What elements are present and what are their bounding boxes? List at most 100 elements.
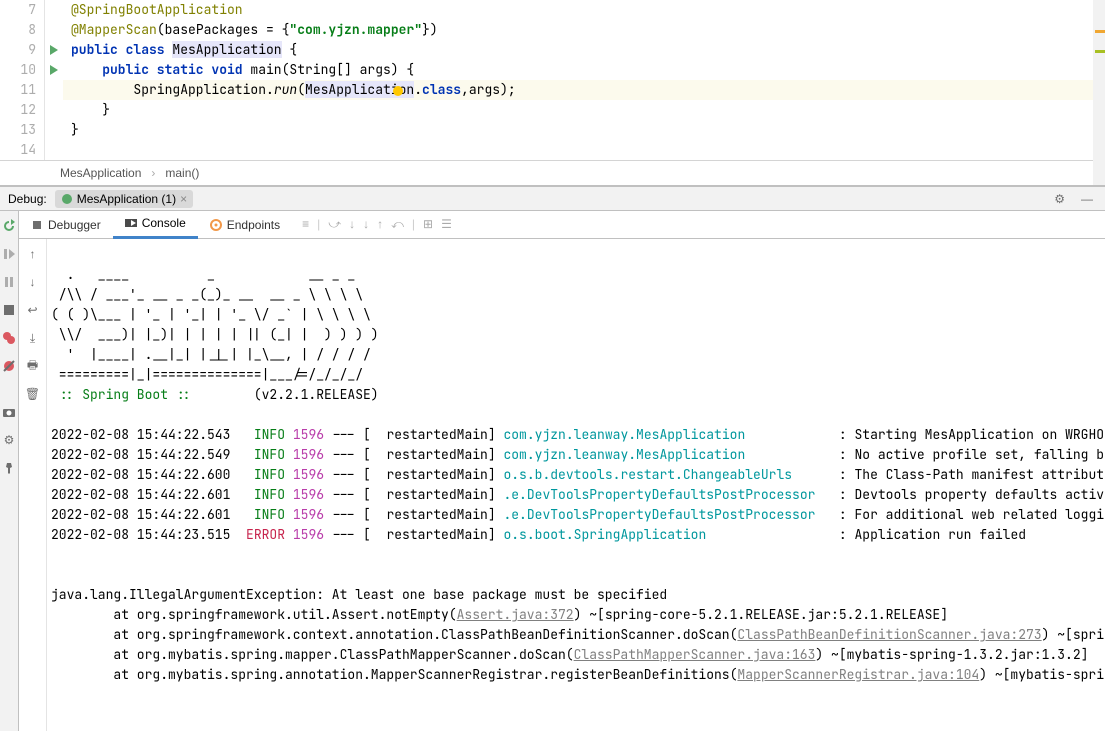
evaluate-icon[interactable]: ⊞ — [423, 217, 433, 232]
tab-label: Console — [142, 216, 186, 230]
scroll-to-end-icon[interactable]: ⤓ — [24, 329, 42, 347]
minimize-icon[interactable]: — — [1077, 192, 1097, 206]
tab-console[interactable]: Console — [113, 211, 198, 239]
tab-endpoints[interactable]: Endpoints — [198, 211, 292, 239]
view-breakpoints-icon[interactable] — [0, 329, 18, 347]
method: main — [250, 61, 281, 78]
resume-icon[interactable] — [0, 245, 18, 263]
keyword: class — [422, 81, 461, 98]
console-side-toolbar: ↑ ↓ ↩ ⤓ 🖶 🗑 — [19, 239, 47, 731]
code-text: } — [71, 100, 1105, 120]
gear-icon[interactable]: ⚙ — [1050, 192, 1069, 206]
run-icon[interactable] — [45, 40, 63, 60]
bug-icon — [61, 193, 73, 205]
exception-line: java.lang.IllegalArgumentException: At l… — [51, 586, 667, 603]
log-line: 2022-02-08 15:44:22.543 INFO 1596 --- [ … — [51, 425, 1105, 445]
pin-icon[interactable] — [0, 459, 18, 477]
pause-icon[interactable] — [0, 273, 18, 291]
step-into-icon[interactable]: ↓ — [349, 217, 355, 232]
clear-all-icon[interactable]: 🗑 — [24, 385, 42, 403]
banner-line: ( ( )\___ | '_ | '_| | '_ \/ _` | \ \ \ … — [51, 306, 371, 323]
line-number-gutter: 7 8 9 10 11 12 13 14 — [0, 0, 45, 160]
banner-line: \\/ ___)| |_)| | | | | || (_| | ) ) ) ) — [51, 326, 379, 343]
source-link[interactable]: MapperScannerRegistrar.java:104 — [737, 666, 979, 683]
drop-frame-icon[interactable]: ⤺ — [391, 217, 404, 232]
code-text: } — [71, 120, 1105, 140]
line-number: 12 — [0, 100, 36, 120]
toolbar-icon[interactable]: ≡ — [302, 217, 309, 232]
line-number: 14 — [0, 140, 36, 160]
debug-left-toolbar: ⚙ — [0, 211, 19, 731]
endpoints-icon — [210, 219, 222, 231]
session-name: MesApplication (1) — [77, 192, 176, 206]
close-icon[interactable]: × — [180, 192, 187, 206]
camera-icon[interactable] — [0, 403, 18, 421]
line-number: 10 — [0, 60, 36, 80]
banner-line: ' |____| .__|_| |_|_| |_\__, | / / / / — [51, 346, 371, 363]
chevron-right-icon: › — [151, 166, 155, 180]
source-link[interactable]: ClassPathMapperScanner.java:163 — [574, 646, 816, 663]
console-icon — [125, 217, 137, 229]
tab-label: Debugger — [48, 218, 101, 232]
string-literal: "com.yjzn.mapper" — [289, 21, 422, 38]
settings-icon[interactable]: ⚙ — [0, 431, 18, 449]
spring-boot-label: :: Spring Boot :: — [51, 386, 191, 403]
force-step-into-icon[interactable]: ↓ — [363, 217, 369, 232]
method-call: run — [274, 81, 297, 98]
banner-line: /\\ / ___'_ __ _ _(_)_ __ __ _ \ \ \ \ — [51, 286, 363, 303]
stack-trace-line: at org.mybatis.spring.mapper.ClassPathMa… — [51, 645, 1105, 665]
banner-line: =========|_|==============|___/=/_/_/_/ — [51, 366, 363, 383]
debug-tool-window: Debug: MesApplication (1) × ⚙ — — [0, 186, 1105, 731]
debugger-icon — [31, 219, 43, 231]
tab-debugger[interactable]: Debugger — [19, 211, 113, 239]
caret-indicator — [393, 86, 403, 96]
log-line: 2022-02-08 15:44:23.515 ERROR 1596 --- [… — [51, 525, 1105, 545]
console-output[interactable]: . ____ _ __ _ _ /\\ / ___'_ __ _ _(_)_ _… — [47, 239, 1105, 731]
breadcrumb-item[interactable]: main() — [165, 166, 199, 180]
annotation: @SpringBootApplication — [71, 1, 243, 18]
stack-trace-line: at org.springframework.util.Assert.notEm… — [51, 605, 1105, 625]
trace-icon[interactable]: ☰ — [441, 217, 452, 232]
scroll-down-icon[interactable]: ↓ — [24, 273, 42, 291]
debug-header: Debug: MesApplication (1) × ⚙ — — [0, 187, 1105, 211]
run-icon[interactable] — [45, 60, 63, 80]
code-content[interactable]: @SpringBootApplication @MapperScan(baseP… — [63, 0, 1105, 160]
soft-wrap-icon[interactable]: ↩ — [24, 301, 42, 319]
rerun-icon[interactable] — [0, 217, 18, 235]
scroll-up-icon[interactable]: ↑ — [24, 245, 42, 263]
log-line: 2022-02-08 15:44:22.600 INFO 1596 --- [ … — [51, 465, 1105, 485]
log-line: 2022-02-08 15:44:22.601 INFO 1596 --- [ … — [51, 505, 1105, 525]
stack-trace-line: at org.springframework.context.annotatio… — [51, 625, 1105, 645]
line-number: 13 — [0, 120, 36, 140]
error-stripe[interactable] — [1093, 0, 1105, 160]
breadcrumb-item[interactable]: MesApplication — [60, 166, 141, 180]
step-out-icon[interactable]: ↑ — [377, 217, 383, 232]
code-text: ,args); — [461, 81, 516, 98]
spring-version: (v2.2.1.RELEASE) — [191, 386, 378, 403]
code-text: { — [282, 41, 298, 58]
code-text: SpringApplication. — [133, 81, 273, 98]
code-text: ( — [297, 81, 305, 98]
source-link[interactable]: Assert.java:372 — [457, 606, 574, 623]
code-text: . — [414, 81, 422, 98]
mute-breakpoints-icon[interactable] — [0, 357, 18, 375]
print-icon[interactable]: 🖶 — [24, 357, 42, 375]
step-over-icon[interactable]: ⤻ — [328, 217, 341, 232]
stop-icon[interactable] — [0, 301, 18, 319]
debug-session-tab[interactable]: MesApplication (1) × — [55, 190, 193, 208]
line-number: 7 — [0, 0, 36, 20]
tab-label: Endpoints — [227, 218, 280, 232]
keyword: public static void — [102, 61, 250, 78]
annotation: @MapperScan — [71, 21, 157, 38]
keyword: public class — [71, 41, 172, 58]
banner-line: . ____ _ __ _ _ — [51, 266, 355, 283]
code-text: }) — [422, 21, 438, 38]
source-link[interactable]: ClassPathBeanDefinitionScanner.java:273 — [737, 626, 1041, 643]
debug-label: Debug: — [8, 192, 47, 206]
code-editor: 7 8 9 10 11 12 13 14 @SpringBootApplicat… — [0, 0, 1105, 186]
debug-inner-tabs: Debugger Console Endpoints ≡ | ⤻ ↓ ↓ ↑ — [19, 211, 1105, 239]
line-number: 8 — [0, 20, 36, 40]
code-text: (basePackages = { — [157, 21, 290, 38]
line-number: 11 — [0, 80, 36, 100]
breadcrumb: MesApplication › main() — [0, 160, 1105, 185]
